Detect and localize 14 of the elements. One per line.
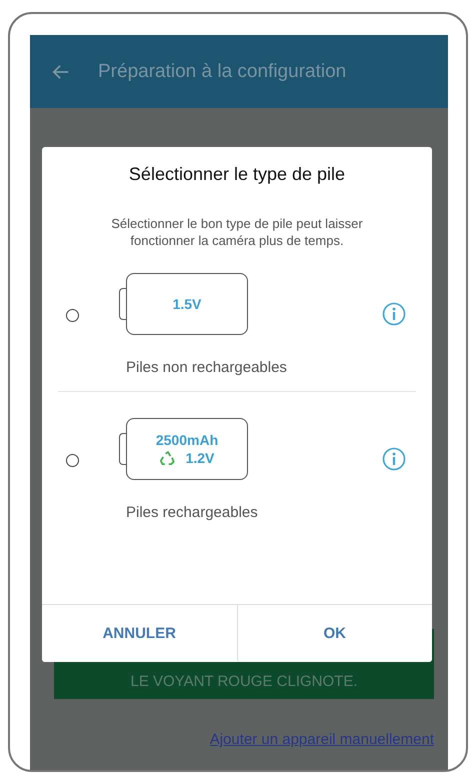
ok-button[interactable]: OK [236, 605, 432, 662]
info-icon[interactable] [382, 447, 406, 471]
screen-title: Préparation à la configuration [98, 60, 346, 82]
battery-label: 1.5V [172, 296, 202, 312]
battery-label: 2500mAh [156, 432, 218, 448]
battery-label: 1.2V [186, 450, 214, 466]
option-label: Piles non rechargeables [126, 359, 288, 376]
option-label: Piles rechargeables [126, 504, 259, 521]
dialog-title: Sélectionner le type de pile [128, 164, 346, 185]
radio-button[interactable] [66, 308, 79, 322]
radio-button[interactable] [66, 454, 79, 466]
dialog-description: Sélectionner le bon type de pile peut laisser fonctionner la caméra plus de temps. [110, 215, 364, 249]
back-arrow-icon[interactable] [52, 62, 70, 80]
info-icon[interactable] [382, 302, 406, 326]
